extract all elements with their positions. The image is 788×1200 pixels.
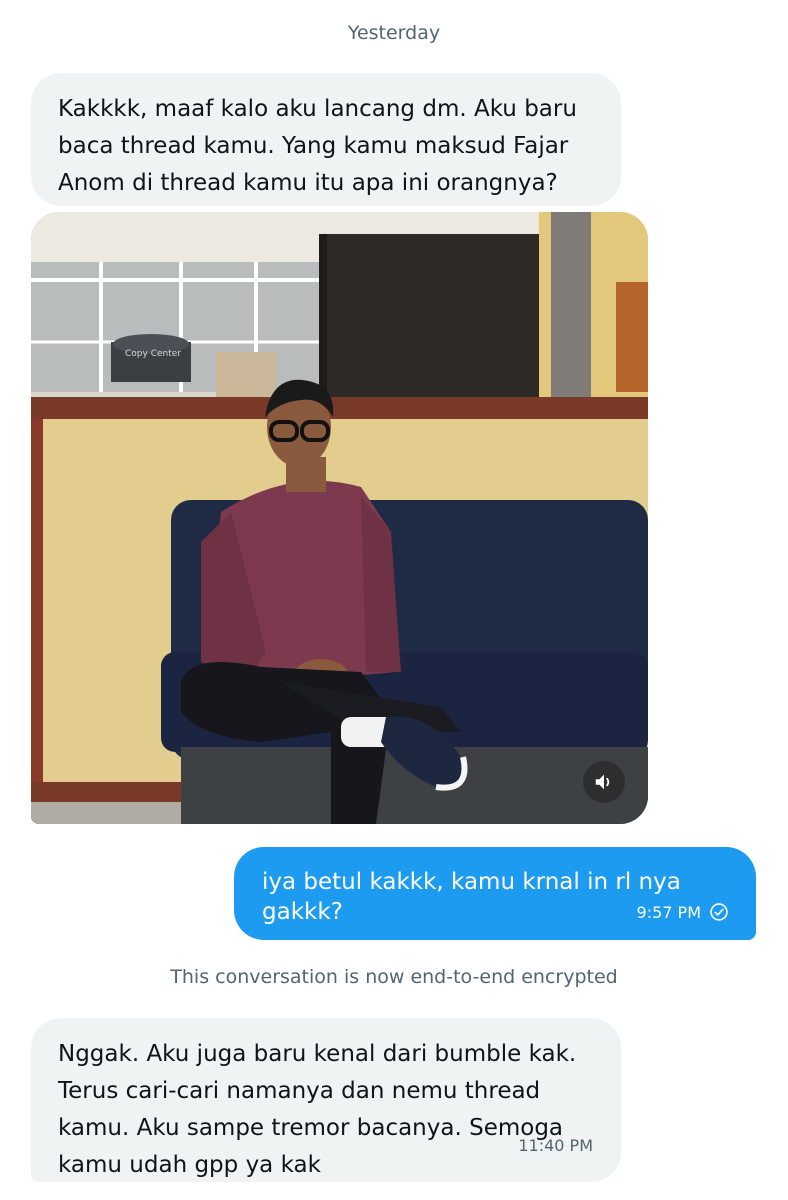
check-circle-icon: [710, 903, 728, 921]
message-bubble-incoming[interactable]: Nggak. Aku juga baru kenal dari bumble k…: [31, 1018, 621, 1182]
message-text: Nggak. Aku juga baru kenal dari bumble k…: [58, 1041, 577, 1178]
date-separator: Yesterday: [347, 22, 441, 44]
message-bubble-incoming[interactable]: Kakkkk, maaf kalo aku lancang dm. Aku ba…: [31, 73, 621, 206]
speaker-icon: [595, 774, 610, 790]
photo-sign-text: Copy Center: [125, 349, 181, 359]
message-time: 11:40 PM: [518, 1136, 593, 1155]
message-bubble-outgoing[interactable]: iya betul kakkk, kamu krnal in rl nya ga…: [234, 847, 756, 940]
message-time: 9:57 PM: [636, 902, 701, 922]
message-text: Kakkkk, maaf kalo aku lancang dm. Aku ba…: [58, 96, 577, 196]
message-meta: 9:57 PM: [637, 902, 729, 922]
message-photo[interactable]: Copy Center: [31, 212, 648, 824]
photo-image: Copy Center: [31, 212, 648, 824]
encryption-notice: This conversation is now end-to-end encr…: [170, 966, 618, 988]
sound-toggle-button[interactable]: [583, 761, 625, 803]
